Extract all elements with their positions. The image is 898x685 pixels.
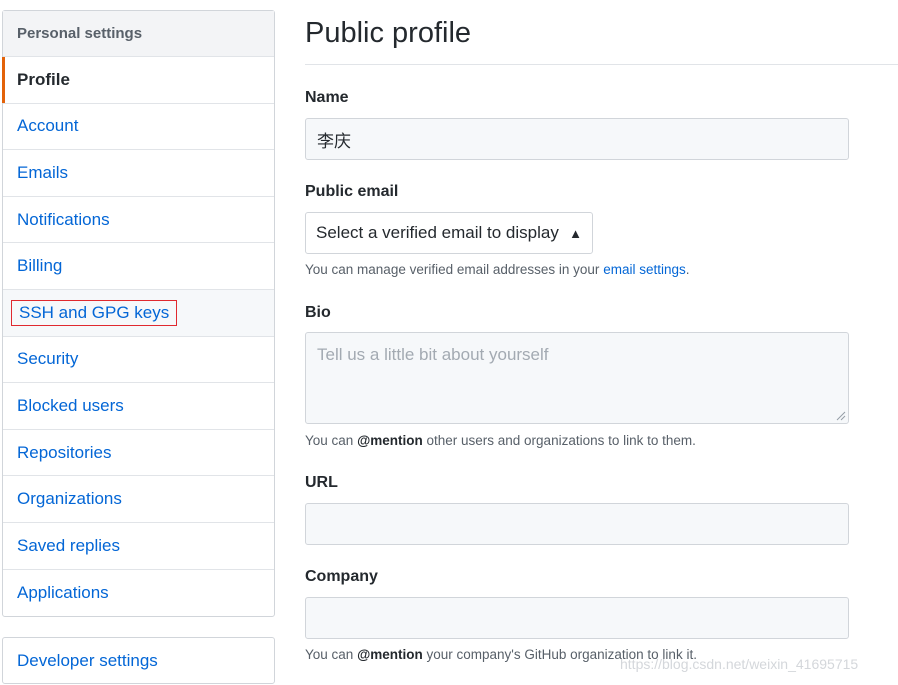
public-email-label: Public email [305, 183, 399, 200]
sidebar-item-notifications[interactable]: Notifications [3, 197, 274, 244]
company-note-text: You can [305, 647, 358, 662]
sidebar-item-label: Account [17, 116, 79, 136]
sidebar-item-saved-replies[interactable]: Saved replies [3, 523, 274, 570]
bio-note: You can @mention other users and organiz… [305, 433, 696, 448]
sidebar-item-label: Emails [17, 162, 69, 182]
name-label: Name [305, 89, 349, 106]
sidebar-item-developer-settings[interactable]: Developer settings [3, 638, 274, 683]
url-field[interactable] [305, 503, 849, 545]
sidebar-item-account[interactable]: Account [3, 104, 274, 151]
public-email-select[interactable]: Select a verified email to display ▲︎ [305, 212, 593, 254]
resize-grip-icon[interactable] [836, 411, 846, 421]
developer-settings-sidebar: Developer settings [2, 637, 275, 684]
sidebar-header: Personal settings [3, 11, 274, 57]
sidebar-item-billing[interactable]: Billing [3, 243, 274, 290]
sidebar-item-label: Blocked users [17, 395, 124, 415]
public-email-note-suffix: . [685, 262, 690, 277]
sidebar-item-label: SSH and GPG keys [11, 299, 178, 326]
sidebar-item-organizations[interactable]: Organizations [3, 476, 274, 523]
company-field[interactable] [305, 597, 849, 639]
mention-text: @mention [357, 433, 423, 448]
company-label: Company [305, 568, 378, 585]
public-email-note-text: You can manage verified email addresses … [305, 262, 604, 277]
settings-sidebar: Personal settings Profile Account Emails… [2, 10, 275, 618]
sidebar-item-repositories[interactable]: Repositories [3, 430, 274, 477]
public-email-note: You can manage verified email addresses … [305, 262, 690, 277]
bio-label: Bio [305, 304, 331, 321]
bio-note-text: You can [305, 433, 358, 448]
sidebar-item-ssh-gpg-keys[interactable]: SSH and GPG keys [3, 289, 274, 337]
profile-form: Public profile Name 李庆 Public email Sele… [305, 0, 898, 662]
sidebar-item-label: Organizations [17, 489, 122, 509]
sidebar-item-label: Saved replies [17, 535, 121, 555]
sidebar-item-label: Notifications [17, 209, 110, 229]
sidebar-item-profile[interactable]: Profile [2, 57, 274, 104]
public-email-select-value: Select a verified email to display [316, 223, 559, 242]
bio-textarea[interactable]: Tell us a little bit about yourself [305, 332, 849, 424]
sidebar-item-label: Billing [17, 256, 63, 276]
bio-placeholder: Tell us a little bit about yourself [317, 345, 549, 364]
url-label: URL [305, 474, 338, 491]
sidebar-item-emails[interactable]: Emails [3, 150, 274, 197]
sidebar-item-label: Developer settings [17, 650, 158, 670]
sidebar-item-label: Profile [17, 69, 70, 89]
mention-text: @mention [357, 647, 423, 662]
sidebar-item-security[interactable]: Security [3, 337, 274, 384]
page-title: Public profile [305, 0, 898, 65]
sidebar-item-label: Repositories [17, 442, 112, 462]
sidebar-item-label: Security [17, 349, 79, 369]
email-settings-link[interactable]: email settings [603, 262, 686, 277]
sidebar-item-label: Applications [17, 582, 109, 602]
watermark: https://blog.csdn.net/weixin_41695715 [620, 656, 859, 672]
select-arrows-icon: ▲︎ [569, 225, 582, 241]
sidebar-item-blocked-users[interactable]: Blocked users [3, 383, 274, 430]
name-field[interactable]: 李庆 [305, 118, 849, 160]
sidebar-item-applications[interactable]: Applications [3, 570, 274, 617]
bio-note-suffix: other users and organizations to link to… [422, 433, 696, 448]
